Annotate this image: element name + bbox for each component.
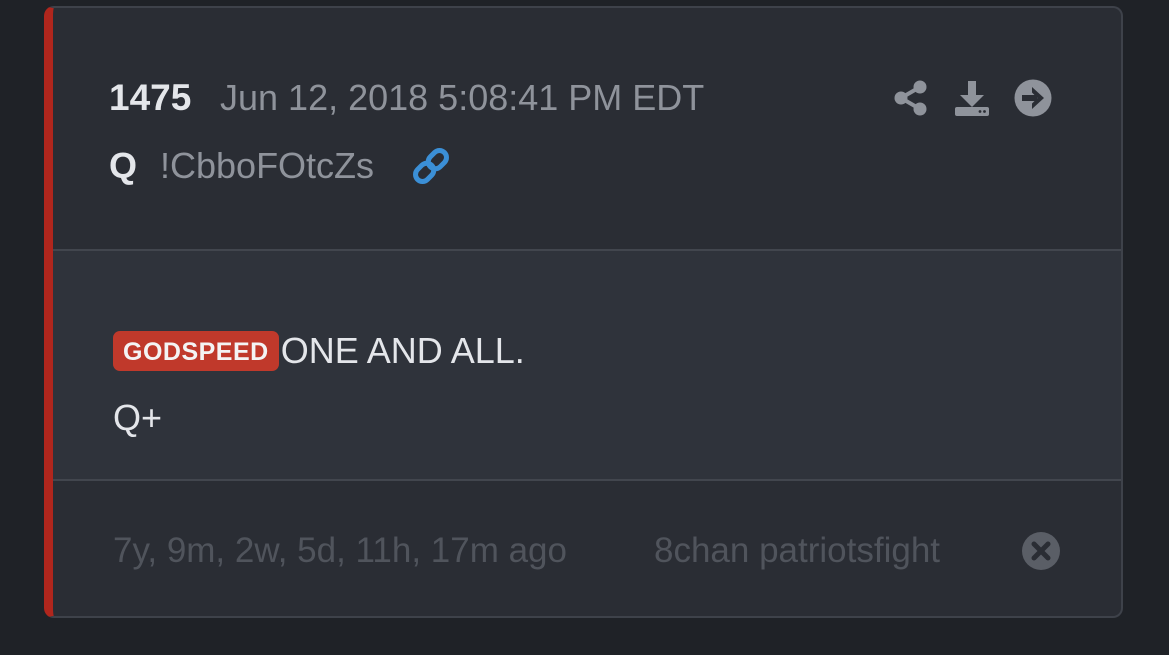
- post-text: ONE AND ALL.: [280, 330, 525, 371]
- post-card: 1475 Jun 12, 2018 5:08:41 PM EDT Q !Cbbo…: [44, 6, 1123, 618]
- download-icon[interactable]: [952, 78, 992, 118]
- post-source: 8chan patriotsfight: [654, 531, 941, 570]
- tag-badge: GODSPEED: [113, 331, 279, 371]
- close-circle-icon[interactable]: [1020, 530, 1062, 572]
- link-icon[interactable]: [409, 144, 453, 188]
- post-header: 1475 Jun 12, 2018 5:08:41 PM EDT Q !Cbbo…: [53, 8, 1121, 249]
- post-number: 1475: [109, 77, 192, 118]
- author-name: Q: [109, 145, 138, 186]
- author-tripcode: !CbboFOtcZs: [160, 145, 375, 186]
- arrow-right-circle-icon[interactable]: [1013, 78, 1053, 118]
- post-body: GODSPEED ONE AND ALL. Q+: [53, 249, 1121, 481]
- post-footer: 7y, 9m, 2w, 5d, 11h, 17m ago 8chan patri…: [53, 479, 1121, 616]
- post-date: Jun 12, 2018 5:08:41 PM EDT: [220, 77, 705, 118]
- post-body-line: GODSPEED ONE AND ALL.: [113, 329, 525, 373]
- share-icon[interactable]: [891, 78, 931, 118]
- relative-time: 7y, 9m, 2w, 5d, 11h, 17m ago: [113, 531, 567, 570]
- post-signature: Q+: [113, 397, 163, 438]
